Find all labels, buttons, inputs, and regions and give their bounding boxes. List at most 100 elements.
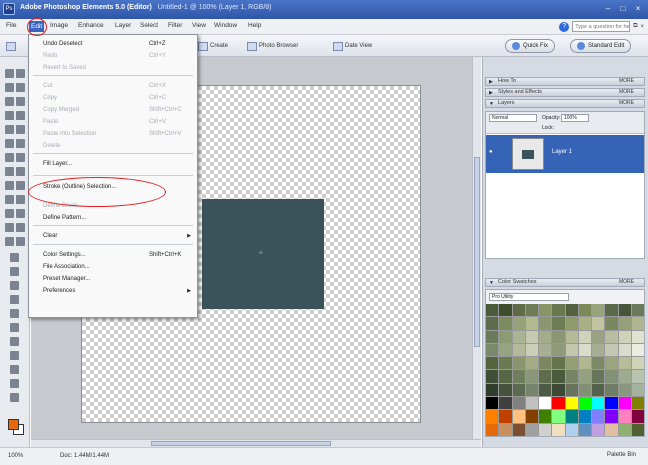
color-swatch[interactable]: [499, 317, 512, 330]
color-swatch[interactable]: [592, 330, 605, 343]
sponge-tool-icon[interactable]: [5, 223, 14, 232]
color-swatch[interactable]: [539, 410, 552, 423]
cookie-cutter-tool-icon[interactable]: [5, 139, 14, 148]
standard-edit-button[interactable]: Standard Edit: [570, 39, 632, 53]
color-swatch[interactable]: [486, 357, 499, 370]
color-swatch[interactable]: [539, 357, 552, 370]
color-swatch[interactable]: [631, 330, 644, 343]
zoom-tool-icon[interactable]: [16, 69, 25, 78]
layer-row[interactable]: ● Layer 1: [486, 135, 644, 173]
color-swatch[interactable]: [578, 330, 591, 343]
spot-healing-tool-icon[interactable]: [10, 365, 19, 374]
color-swatch[interactable]: [552, 304, 565, 317]
color-swatch[interactable]: [525, 370, 538, 383]
minimize-button[interactable]: –: [602, 3, 614, 15]
color-swatch[interactable]: [499, 330, 512, 343]
burn-tool-icon[interactable]: [16, 237, 25, 246]
color-swatch[interactable]: [578, 370, 591, 383]
color-swatch[interactable]: [525, 304, 538, 317]
help-search-input[interactable]: [572, 21, 631, 32]
color-swatch[interactable]: [552, 410, 565, 423]
color-swatch[interactable]: [512, 423, 525, 436]
color-swatch[interactable]: [552, 357, 565, 370]
color-swatch[interactable]: [618, 397, 631, 410]
color-swatch[interactable]: [486, 423, 499, 436]
swatch-set-select[interactable]: Pro Utility: [489, 293, 569, 301]
color-swatch[interactable]: [631, 423, 644, 436]
color-swatch[interactable]: [618, 343, 631, 357]
gradient-tool-icon[interactable]: [16, 195, 25, 204]
dodge-tool-icon[interactable]: [5, 237, 14, 246]
color-swatch[interactable]: [565, 330, 578, 343]
menu-enhance[interactable]: Enhance: [78, 22, 104, 29]
layer-content-rectangle[interactable]: +: [202, 199, 324, 309]
maximize-button[interactable]: □: [617, 3, 629, 15]
color-swatch[interactable]: [605, 343, 618, 357]
paint-bucket-tool-icon[interactable]: [5, 195, 14, 204]
menu-item-file-association[interactable]: File Association...: [29, 262, 197, 272]
collapse-triangle-icon[interactable]: ▼: [489, 101, 494, 108]
color-swatch[interactable]: [631, 357, 644, 370]
color-swatch[interactable]: [499, 357, 512, 370]
swap-colors-icon[interactable]: [10, 393, 19, 402]
magic-eraser-tool-icon[interactable]: [10, 351, 19, 360]
color-swatch[interactable]: [525, 317, 538, 330]
polygonal-lasso-tool-icon[interactable]: [10, 323, 19, 332]
color-swatch[interactable]: [592, 343, 605, 357]
color-swatch[interactable]: [578, 410, 591, 423]
color-swatch[interactable]: [605, 383, 618, 397]
menu-layer[interactable]: Layer: [115, 22, 131, 29]
color-swatch[interactable]: [605, 330, 618, 343]
menu-image[interactable]: Image: [50, 22, 68, 29]
color-swatch[interactable]: [578, 357, 591, 370]
color-swatch[interactable]: [552, 343, 565, 357]
color-swatch[interactable]: [539, 383, 552, 397]
restore-icon[interactable]: ⧉: [633, 23, 637, 30]
color-swatch[interactable]: [618, 423, 631, 436]
color-swatch[interactable]: [499, 410, 512, 423]
color-swatch[interactable]: [605, 370, 618, 383]
color-swatch[interactable]: [618, 410, 631, 423]
menu-help[interactable]: Help: [248, 22, 261, 29]
color-swatch[interactable]: [618, 357, 631, 370]
brush-tool-icon[interactable]: [16, 181, 25, 190]
more-button[interactable]: MORE: [619, 89, 634, 96]
color-swatch[interactable]: [512, 304, 525, 317]
color-swatch[interactable]: [618, 383, 631, 397]
palette-bin-toggle[interactable]: Palette Bin: [607, 452, 636, 458]
menu-item-preset-manager[interactable]: Preset Manager...: [29, 274, 197, 284]
color-swatch[interactable]: [565, 410, 578, 423]
color-swatch[interactable]: [539, 423, 552, 436]
opacity-input[interactable]: 100%: [561, 114, 589, 122]
eye-icon[interactable]: ●: [489, 149, 495, 155]
color-swatch[interactable]: [525, 343, 538, 357]
menu-filter[interactable]: Filter: [168, 22, 182, 29]
type-tool-icon[interactable]: [5, 125, 14, 134]
color-swatch[interactable]: [539, 317, 552, 330]
color-swatch[interactable]: [592, 370, 605, 383]
styles-effects-panel-header[interactable]: ▶ Styles and Effects MORE: [485, 88, 645, 97]
color-swatch[interactable]: [565, 397, 578, 410]
color-swatch[interactable]: [512, 397, 525, 410]
color-swatch[interactable]: [512, 343, 525, 357]
color-swatch[interactable]: [565, 370, 578, 383]
menu-item-fill-layer[interactable]: Fill Layer...: [29, 159, 197, 169]
menu-window[interactable]: Window: [214, 22, 237, 29]
color-swatch[interactable]: [525, 423, 538, 436]
color-swatch[interactable]: [525, 383, 538, 397]
color-swatch[interactable]: [525, 410, 538, 423]
color-swatch[interactable]: [565, 343, 578, 357]
blend-mode-select[interactable]: Normal: [489, 114, 537, 122]
color-swatch[interactable]: [499, 397, 512, 410]
color-swatch[interactable]: [552, 423, 565, 436]
color-swatch[interactable]: [525, 397, 538, 410]
color-swatch[interactable]: [618, 304, 631, 317]
color-swatch[interactable]: [618, 317, 631, 330]
photo-browser-button[interactable]: Photo Browser: [247, 40, 298, 52]
menu-select[interactable]: Select: [140, 22, 158, 29]
blur-tool-icon[interactable]: [16, 209, 25, 218]
new-file-button[interactable]: [6, 40, 16, 52]
eraser-tool-icon[interactable]: [16, 167, 25, 176]
color-swatch[interactable]: [605, 317, 618, 330]
color-swatch[interactable]: [499, 304, 512, 317]
